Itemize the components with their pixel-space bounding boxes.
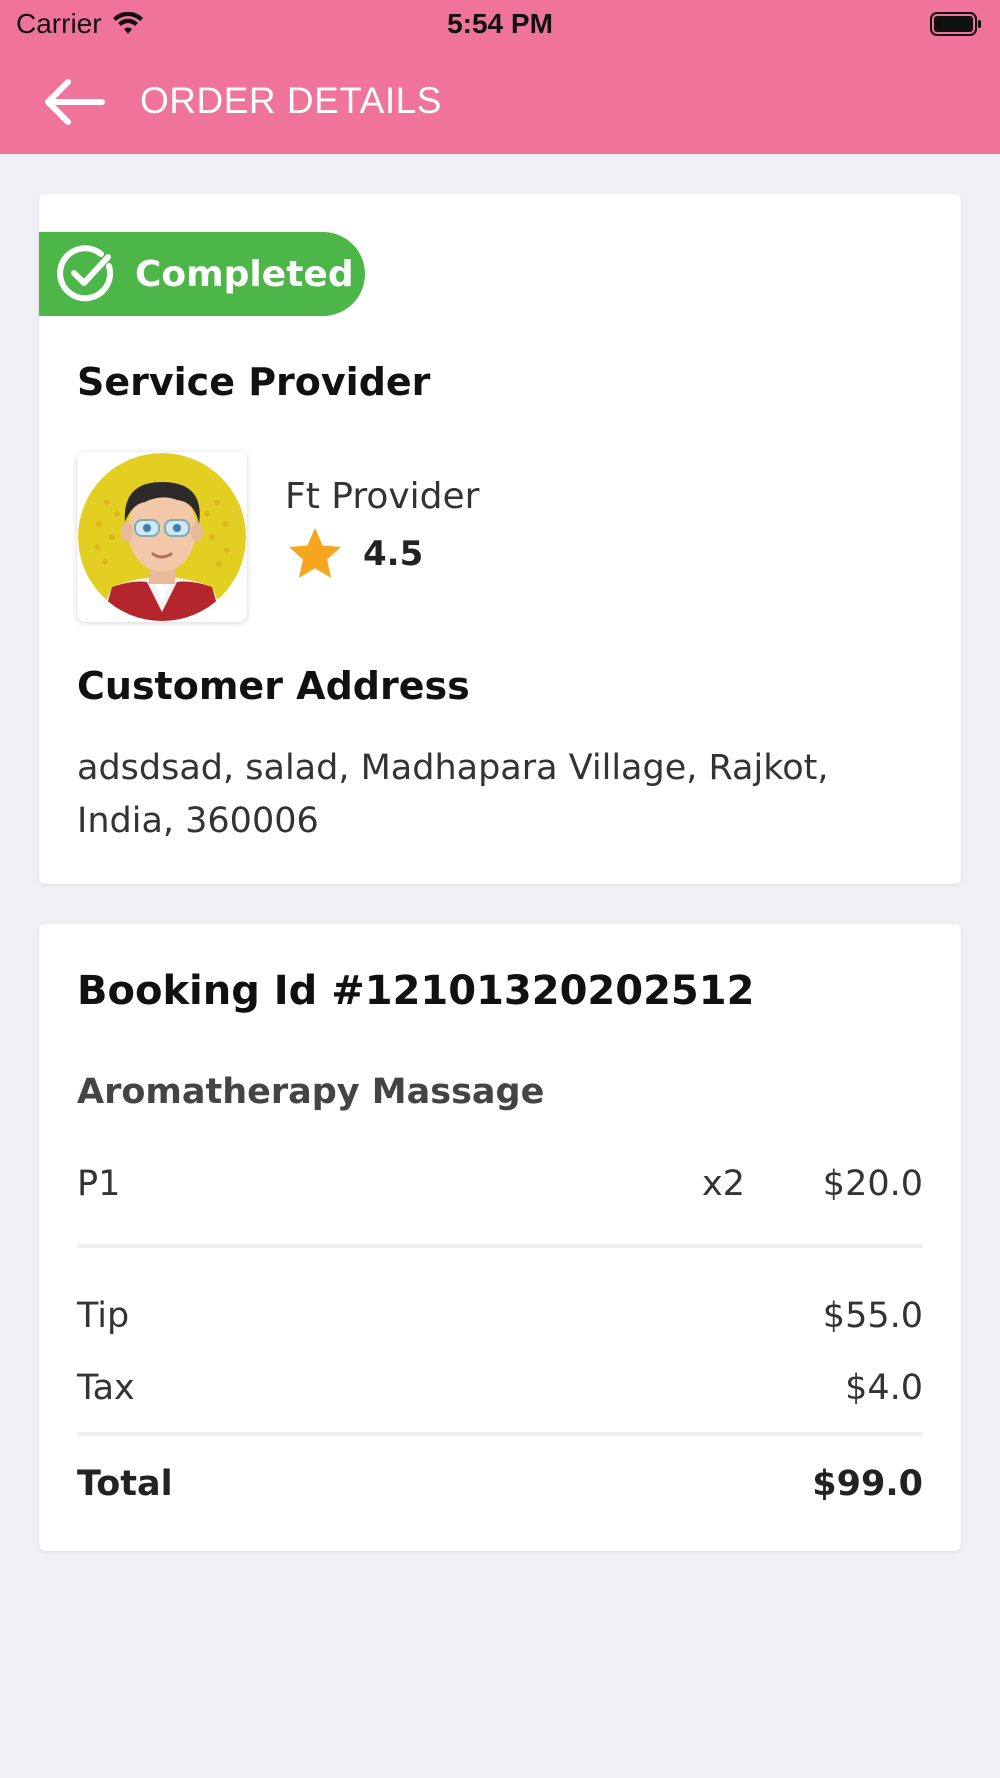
booking-summary-card: Booking Id #12101320202512 Aromatherapy …	[39, 924, 961, 1551]
provider-rating: 4.5	[285, 524, 423, 584]
service-provider-heading: Service Provider	[77, 360, 431, 404]
avatar-image	[78, 453, 246, 621]
star-icon	[289, 528, 341, 578]
status-time: 5:54 PM	[447, 8, 553, 39]
battery-icon	[930, 12, 981, 36]
tax-value: $4.0	[845, 1368, 923, 1408]
page-title: ORDER DETAILS	[140, 80, 442, 121]
item-price: $20.0	[822, 1164, 923, 1204]
total-value: $99.0	[812, 1464, 923, 1504]
customer-address-text: adsdsad, salad, Madhapara Village, Rajko…	[77, 748, 829, 841]
total-label: Total	[77, 1464, 173, 1504]
item-name: P1	[77, 1164, 121, 1204]
check-circle-icon	[57, 245, 114, 302]
back-arrow-icon[interactable]	[40, 74, 110, 130]
provider-name: Ft Provider	[285, 476, 480, 517]
status-bar: Carrier 5:54 PM	[0, 0, 1000, 52]
order-status-card: Completed Service Provider Ft Provider 4…	[39, 194, 961, 884]
tip-value: $55.0	[822, 1296, 923, 1336]
item-quantity: x2	[702, 1164, 745, 1204]
tip-label: Tip	[77, 1296, 130, 1336]
rating-value: 4.5	[363, 534, 424, 574]
provider-avatar[interactable]	[77, 452, 247, 622]
status-badge: Completed	[39, 232, 365, 316]
service-name: Aromatherapy Massage	[77, 1072, 545, 1112]
tax-label: Tax	[77, 1368, 135, 1408]
nav-bar: ORDER DETAILS	[0, 60, 1000, 144]
booking-id: Booking Id #12101320202512	[77, 968, 755, 1014]
customer-address-heading: Customer Address	[77, 664, 470, 708]
divider	[77, 1244, 923, 1248]
divider	[77, 1432, 923, 1436]
app-header: Carrier 5:54 PM ORDER DETAILS	[0, 0, 1000, 154]
status-label: Completed	[135, 253, 354, 295]
